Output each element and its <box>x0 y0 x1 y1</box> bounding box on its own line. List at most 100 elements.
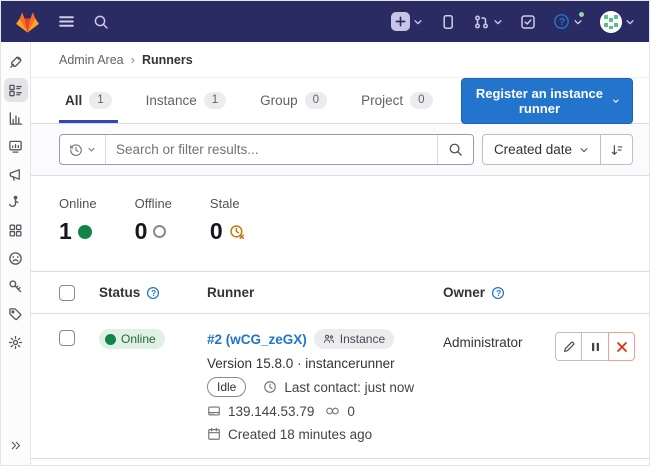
monitor-icon <box>8 139 23 154</box>
sidebar-item-system-hooks[interactable] <box>4 190 28 214</box>
todo-list-icon[interactable] <box>520 14 536 30</box>
chevron-down-icon <box>87 145 96 154</box>
sidebar-item-analytics[interactable] <box>4 106 28 130</box>
register-instance-runner-button[interactable]: Register an instance runner <box>461 78 634 124</box>
svg-text:?: ? <box>151 287 156 297</box>
tab-all[interactable]: All 1 <box>59 78 118 123</box>
tab-count-badge: 0 <box>410 92 432 110</box>
gitlab-logo[interactable] <box>15 10 40 34</box>
jobs-count: 0 <box>347 404 355 419</box>
clock-icon <box>263 380 277 394</box>
avatar <box>600 11 622 33</box>
column-owner: Owner <box>443 285 485 300</box>
runner-link[interactable]: #2 (wCG_zeGX) <box>207 332 307 347</box>
breadcrumb-admin-area[interactable]: Admin Area <box>59 53 124 67</box>
breadcrumb: Admin Area › Runners <box>31 42 649 78</box>
tab-group[interactable]: Group 0 <box>254 78 333 123</box>
tab-instance[interactable]: Instance 1 <box>140 78 232 123</box>
register-button-label: Register an instance runner <box>474 86 606 116</box>
close-x-icon <box>616 341 628 353</box>
chevron-down-icon <box>625 17 635 27</box>
pause-runner-button[interactable] <box>582 332 609 361</box>
chevron-down-icon <box>493 17 503 27</box>
stat-online-label: Online <box>59 196 97 211</box>
search-history-dropdown[interactable] <box>60 135 106 164</box>
sidebar-item-labels[interactable] <box>4 302 28 326</box>
search-submit-button[interactable] <box>437 135 473 164</box>
sidebar-item-admin-overview[interactable] <box>4 50 28 74</box>
issues-icon[interactable] <box>440 14 456 30</box>
status-help-icon[interactable]: ? <box>146 286 160 300</box>
new-item-dropdown[interactable] <box>391 12 423 31</box>
owner-cell: Administrator <box>443 329 539 350</box>
tab-label: Project <box>361 93 403 108</box>
tab-project[interactable]: Project 0 <box>355 78 438 123</box>
sidebar-item-applications[interactable] <box>4 218 28 242</box>
search-icon[interactable] <box>93 14 109 30</box>
sort-by-dropdown[interactable]: Created date <box>482 134 601 165</box>
column-status: Status <box>99 285 140 300</box>
stale-clock-icon <box>229 224 245 240</box>
row-checkbox[interactable] <box>59 330 75 346</box>
select-all-checkbox[interactable] <box>59 285 75 301</box>
online-status-icon <box>78 225 92 239</box>
merge-requests-dropdown[interactable] <box>473 14 503 30</box>
tab-label: Instance <box>146 93 197 108</box>
stat-stale-label: Stale <box>210 196 245 211</box>
runner-type-badge: Instance <box>314 329 394 349</box>
sidebar-item-overview-active[interactable] <box>4 78 28 102</box>
owner-help-icon[interactable]: ? <box>491 286 505 300</box>
chevron-down-icon <box>413 17 423 27</box>
notification-dot <box>578 11 585 18</box>
sort-by-label: Created date <box>494 142 572 157</box>
pencil-icon <box>562 340 576 354</box>
merge-request-icon <box>473 14 490 30</box>
sidebar-item-abuse-reports[interactable] <box>4 246 28 270</box>
stat-online: Online 1 <box>59 196 97 245</box>
stat-offline-label: Offline <box>135 196 172 211</box>
idle-badge: Idle <box>207 377 246 397</box>
bar-chart-icon <box>8 111 23 126</box>
svg-text:?: ? <box>496 287 501 297</box>
column-runner: Runner <box>207 285 254 300</box>
stat-stale-value: 0 <box>210 218 223 245</box>
label-tag-icon <box>8 307 23 322</box>
wrench-icon <box>8 55 23 70</box>
jobs-link-icon <box>325 405 340 417</box>
sidebar-item-messages[interactable] <box>4 162 28 186</box>
runner-type-tabs: All 1 Instance 1 Group 0 Project 0 <box>59 78 461 123</box>
tabs-row: All 1 Instance 1 Group 0 Project 0 <box>31 78 649 124</box>
key-icon <box>8 279 23 294</box>
filtered-search <box>59 134 474 165</box>
tab-label: All <box>65 93 82 108</box>
tab-count-badge: 1 <box>204 92 226 110</box>
help-menu-dropdown[interactable]: ? <box>553 13 583 30</box>
search-input[interactable] <box>106 135 437 164</box>
runner-type-label: Instance <box>340 333 385 345</box>
hamburger-menu-icon[interactable] <box>58 13 75 30</box>
sidebar-item-monitoring[interactable] <box>4 134 28 158</box>
plus-icon <box>391 12 410 31</box>
breadcrumb-separator: › <box>131 52 135 67</box>
user-menu[interactable] <box>600 11 635 33</box>
sidebar-item-deploy-keys[interactable] <box>4 274 28 298</box>
sidebar-item-settings[interactable] <box>4 330 28 354</box>
last-contact-text: Last contact: just now <box>284 380 414 395</box>
stat-offline-value: 0 <box>135 218 148 245</box>
users-icon <box>323 333 335 345</box>
double-chevron-right-icon <box>9 439 22 452</box>
host-icon <box>207 404 221 418</box>
status-badge-label: Online <box>121 333 156 345</box>
edit-runner-button[interactable] <box>555 332 582 361</box>
tab-count-badge: 0 <box>305 92 327 110</box>
delete-runner-button[interactable] <box>608 332 635 361</box>
online-dot-icon <box>105 334 116 345</box>
stat-stale: Stale 0 <box>210 196 245 245</box>
sidebar-expand-button[interactable] <box>4 433 28 457</box>
main-content: Admin Area › Runners All 1 Instance 1 <box>31 42 649 466</box>
runner-ip-address: 139.144.53.79 <box>228 404 314 419</box>
sort-direction-button[interactable] <box>601 134 633 165</box>
gear-icon <box>8 335 23 350</box>
tab-label: Group <box>260 93 298 108</box>
runner-row: Online #2 (wCG_zeGX) I <box>31 314 649 459</box>
